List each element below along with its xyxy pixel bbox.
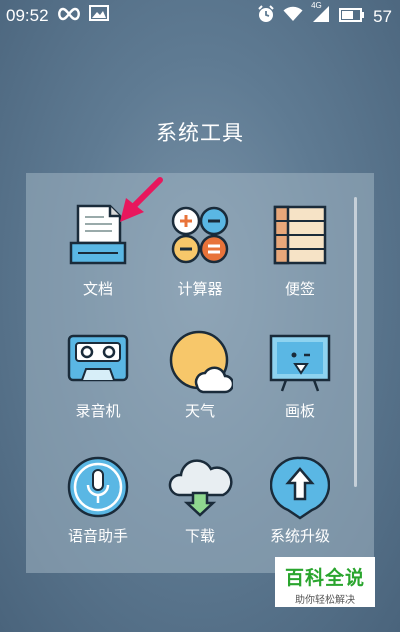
wifi-icon bbox=[283, 6, 303, 27]
watermark-title: 百科全说 bbox=[284, 568, 365, 589]
watermark-logo: 百科全说 助你轻松解决 bbox=[275, 557, 375, 607]
status-bar: 09:52 4G 57 bbox=[0, 0, 400, 30]
app-drawing-board[interactable]: 画板 bbox=[252, 333, 348, 433]
upgrade-arrow-icon bbox=[270, 456, 330, 520]
folder-scrollbar[interactable] bbox=[354, 197, 357, 487]
app-recorder[interactable]: 录音机 bbox=[50, 333, 146, 433]
app-label: 计算器 bbox=[177, 281, 223, 298]
app-weather[interactable]: 天气 bbox=[152, 330, 248, 430]
battery-percent: 57 bbox=[373, 6, 392, 26]
cloud-download-icon bbox=[168, 459, 233, 517]
infinity-icon bbox=[57, 6, 81, 26]
app-label: 画板 bbox=[284, 403, 315, 420]
alarm-icon bbox=[257, 5, 275, 28]
calculator-icon bbox=[171, 206, 229, 264]
microphone-icon bbox=[67, 456, 129, 518]
cassette-icon bbox=[67, 334, 129, 382]
app-label: 录音机 bbox=[75, 403, 121, 420]
app-notes[interactable]: 便签 bbox=[252, 203, 348, 303]
signal-label: 4G bbox=[311, 1, 322, 10]
app-voice-assistant[interactable]: 语音助手 bbox=[50, 455, 146, 555]
notes-icon bbox=[273, 205, 327, 265]
image-icon bbox=[88, 5, 109, 26]
app-label: 天气 bbox=[184, 403, 215, 420]
app-label: 便签 bbox=[284, 281, 315, 298]
status-time: 09:52 bbox=[6, 5, 49, 25]
app-system-upgrade[interactable]: 系统升级 bbox=[252, 455, 348, 555]
drawing-board-icon bbox=[269, 334, 331, 392]
app-label: 下载 bbox=[184, 528, 215, 545]
app-calculator[interactable]: 计算器 bbox=[152, 203, 248, 303]
annotation-arrow bbox=[120, 177, 163, 222]
status-left: 09:52 bbox=[6, 5, 109, 26]
app-label: 语音助手 bbox=[67, 528, 128, 545]
app-label: 系统升级 bbox=[269, 528, 330, 545]
app-label: 文档 bbox=[82, 281, 113, 298]
watermark-subtitle: 助你轻松解决 bbox=[295, 595, 355, 606]
app-download[interactable]: 下载 bbox=[152, 455, 248, 555]
folder-title[interactable]: 系统工具 bbox=[0, 117, 400, 147]
weather-icon bbox=[169, 330, 233, 394]
signal-icon: 4G bbox=[311, 1, 331, 28]
battery-icon bbox=[339, 7, 365, 27]
status-right: 4G 57 bbox=[257, 1, 392, 28]
